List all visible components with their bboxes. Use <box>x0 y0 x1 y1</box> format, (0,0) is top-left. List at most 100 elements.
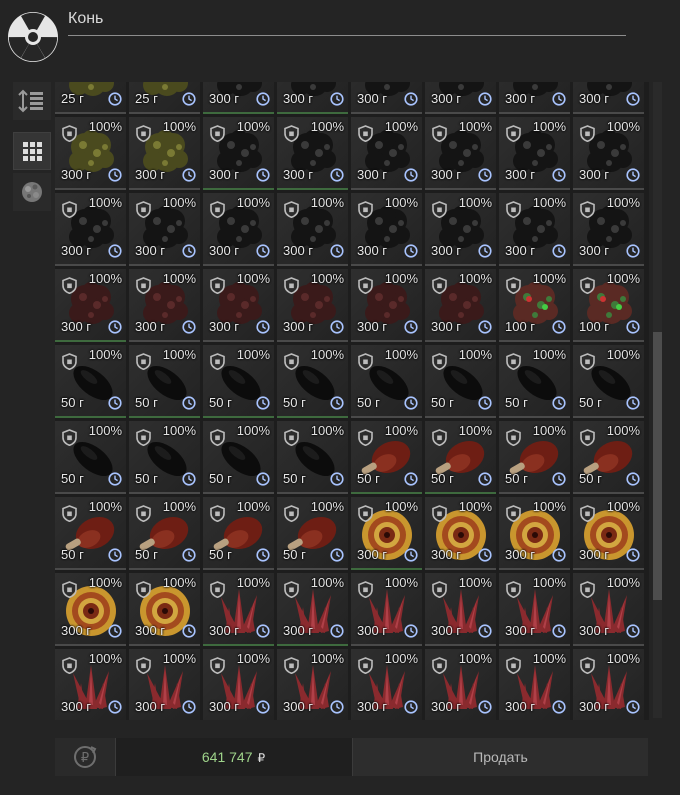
inventory-grid: 100%25 г100%25 г100%300 г100%300 г100%30… <box>55 82 649 720</box>
inventory-slot[interactable]: 100% 50 г <box>203 345 274 418</box>
inventory-slot[interactable]: 100%300 г <box>425 269 496 342</box>
inventory-slot[interactable]: 100%300 г <box>573 193 644 266</box>
inventory-slot[interactable]: 100%300 г <box>129 573 200 646</box>
inventory-slot[interactable]: 100%25 г <box>129 82 200 114</box>
scrollbar-thumb[interactable] <box>653 332 662 600</box>
durability-percent: 100% <box>384 575 418 590</box>
inventory-slot[interactable]: 100% 50 г <box>573 421 644 494</box>
inventory-slot[interactable]: 100% 50 г <box>277 421 348 494</box>
search-input[interactable]: Конь <box>68 6 626 36</box>
durability-percent: 100% <box>606 423 640 438</box>
inventory-slot[interactable]: 100%300 г <box>351 649 422 720</box>
inventory-slot[interactable]: 100%300 г <box>425 82 496 114</box>
inventory-slot[interactable]: 100% 50 г <box>351 421 422 494</box>
inventory-slot[interactable]: 100%300 г <box>573 497 644 570</box>
item-weight: 50 г <box>135 395 158 410</box>
scrollbar[interactable] <box>653 82 662 718</box>
item-weight: 300 г <box>357 319 388 334</box>
inventory-slot[interactable]: 100%300 г <box>425 497 496 570</box>
inventory-slot[interactable]: 100% 50 г <box>55 421 126 494</box>
inventory-slot[interactable]: 100% 50 г <box>203 421 274 494</box>
inventory-slot[interactable]: 100%300 г <box>129 193 200 266</box>
inventory-slot[interactable]: 100%300 г <box>425 649 496 720</box>
inventory-slot[interactable]: 100%300 г <box>499 573 570 646</box>
durability-percent: 100% <box>606 575 640 590</box>
inventory-slot[interactable]: 100%300 г <box>425 193 496 266</box>
inventory-slot[interactable]: 100%300 г <box>203 649 274 720</box>
inventory-slot[interactable]: 100%300 г <box>573 573 644 646</box>
category-button[interactable] <box>13 173 51 211</box>
grid-view-button[interactable] <box>13 132 51 170</box>
inventory-slot[interactable]: 100%300 г <box>55 649 126 720</box>
inventory-slot[interactable]: 100% 50 г <box>129 345 200 418</box>
inventory-slot[interactable]: 100% 50 г <box>499 421 570 494</box>
inventory-slot[interactable]: 100%300 г <box>129 269 200 342</box>
shield-icon <box>358 277 373 294</box>
inventory-slot[interactable]: 100%300 г <box>499 117 570 190</box>
sort-button[interactable] <box>13 82 51 120</box>
sell-button[interactable]: Продать <box>352 738 648 776</box>
inventory-slot[interactable]: 100%300 г <box>203 117 274 190</box>
clock-icon <box>552 624 566 638</box>
inventory-slot[interactable]: 100% 100 г <box>573 269 644 342</box>
inventory-slot[interactable]: 100% 50 г <box>425 421 496 494</box>
shield-icon <box>580 657 595 674</box>
inventory-slot[interactable]: 100%300 г <box>203 82 274 114</box>
inventory-slot[interactable]: 100% 50 г <box>203 497 274 570</box>
inventory-slot[interactable]: 100%25 г <box>55 82 126 114</box>
inventory-slot[interactable]: 100%300 г <box>277 193 348 266</box>
inventory-slot[interactable]: 100%300 г <box>573 82 644 114</box>
shield-icon <box>506 277 521 294</box>
inventory-slot[interactable]: 100%300 г <box>425 117 496 190</box>
inventory-slot[interactable]: 100%300 г <box>203 193 274 266</box>
inventory-slot[interactable]: 100%300 г <box>277 117 348 190</box>
item-weight: 300 г <box>579 699 610 714</box>
inventory-slot[interactable]: 100% 50 г <box>277 345 348 418</box>
inventory-slot[interactable]: 100% 50 г <box>129 421 200 494</box>
inventory-slot[interactable]: 100%300 г <box>277 269 348 342</box>
shield-icon <box>136 353 151 370</box>
durability-percent: 100% <box>310 651 344 666</box>
inventory-slot[interactable]: 100%300 г <box>129 117 200 190</box>
inventory-slot[interactable]: 100% 50 г <box>425 345 496 418</box>
inventory-slot[interactable]: 100%300 г <box>499 193 570 266</box>
inventory-slot[interactable]: 100% 50 г <box>351 345 422 418</box>
item-weight: 300 г <box>61 623 92 638</box>
inventory-slot[interactable]: 100%300 г <box>55 269 126 342</box>
inventory-slot[interactable]: 100% 50 г <box>499 345 570 418</box>
inventory-slot[interactable]: 100% 50 г <box>55 345 126 418</box>
inventory-slot[interactable]: 100%300 г <box>573 117 644 190</box>
durability-percent: 100% <box>458 651 492 666</box>
inventory-slot[interactable]: 100%300 г <box>499 649 570 720</box>
shield-icon <box>284 125 299 142</box>
inventory-slot[interactable]: 100%300 г <box>203 269 274 342</box>
inventory-slot[interactable]: 100% 100 г <box>499 269 570 342</box>
durability-percent: 100% <box>458 271 492 286</box>
inventory-slot[interactable]: 100%300 г <box>55 193 126 266</box>
inventory-slot[interactable]: 100%300 г <box>277 649 348 720</box>
inventory-slot[interactable]: 100%300 г <box>425 573 496 646</box>
currency-exchange-button[interactable]: ₽ <box>55 738 116 776</box>
inventory-slot[interactable]: 100%300 г <box>351 193 422 266</box>
inventory-slot[interactable]: 100%300 г <box>203 573 274 646</box>
inventory-slot[interactable]: 100%300 г <box>277 573 348 646</box>
inventory-slot[interactable]: 100% 50 г <box>573 345 644 418</box>
inventory-slot[interactable]: 100%300 г <box>499 497 570 570</box>
item-weight: 300 г <box>135 699 166 714</box>
item-weight: 300 г <box>505 623 536 638</box>
inventory-slot[interactable]: 100% 50 г <box>55 497 126 570</box>
inventory-slot[interactable]: 100%300 г <box>351 573 422 646</box>
inventory-slot[interactable]: 100% 50 г <box>129 497 200 570</box>
inventory-slot[interactable]: 100%300 г <box>277 82 348 114</box>
inventory-slot[interactable]: 100%300 г <box>499 82 570 114</box>
inventory-slot[interactable]: 100%300 г <box>55 117 126 190</box>
inventory-slot[interactable]: 100% 50 г <box>277 497 348 570</box>
inventory-slot[interactable]: 100%300 г <box>573 649 644 720</box>
inventory-slot[interactable]: 100%300 г <box>351 117 422 190</box>
inventory-slot[interactable]: 100%300 г <box>129 649 200 720</box>
inventory-slot[interactable]: 100%300 г <box>55 573 126 646</box>
inventory-slot[interactable]: 100%300 г <box>351 82 422 114</box>
clock-icon <box>108 320 122 334</box>
inventory-slot[interactable]: 100%300 г <box>351 269 422 342</box>
inventory-slot[interactable]: 100%300 г <box>351 497 422 570</box>
